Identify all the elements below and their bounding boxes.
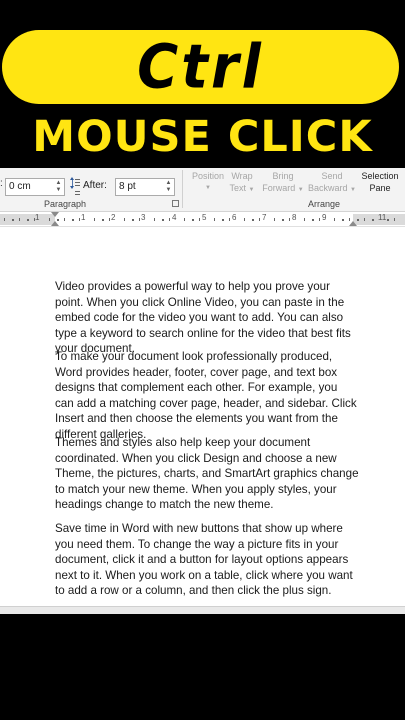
page-gap (0, 607, 405, 614)
ruler-tick (71, 219, 74, 221)
ruler-tick (79, 218, 80, 221)
indent-right-input[interactable]: 0 cm ▲ ▼ (5, 178, 65, 196)
ruler-tick (386, 219, 389, 221)
hanging-indent-marker[interactable] (51, 221, 59, 226)
body-paragraph-3[interactable]: Themes and styles also help keep your do… (55, 435, 359, 513)
dropdown-caret-icon: ▼ (297, 187, 304, 193)
selection-pane-label-2: Pane (369, 183, 391, 193)
ruler-tick (304, 218, 305, 221)
horizontal-ruler[interactable]: 1 1 2 3 4 5 6 7 8 9 11 (0, 212, 405, 227)
arrange-group-label: Arrange (308, 199, 341, 209)
ruler-tick (169, 218, 170, 221)
word-ribbon: : 0 cm ▲ ▼ After: 8 pt ▲ ▼ Paragraph Posit… (0, 168, 405, 212)
ctrl-key-label: Ctrl (137, 31, 264, 103)
group-divider (182, 170, 183, 208)
ruler-tick (131, 219, 134, 221)
spinner-arrows-icon[interactable]: ▲ ▼ (164, 180, 173, 194)
ruler-tick (101, 219, 104, 221)
ruler-number: 3 (141, 213, 146, 222)
ruler-tick (191, 219, 194, 221)
spacing-after-label: After: (83, 180, 107, 191)
send-backward-label-1: Send (321, 171, 343, 181)
bring-forward-label-1: Bring (272, 171, 294, 181)
send-backward-button[interactable]: Send Backward ▼ (304, 170, 360, 196)
spacing-after-icon (70, 177, 80, 195)
bring-forward-label-2: Forward (262, 183, 296, 193)
ruler-tick (49, 218, 50, 221)
ruler-tick (356, 219, 359, 221)
paragraph-dialog-launcher-icon[interactable] (172, 200, 179, 207)
ruler-number: 9 (322, 213, 327, 222)
ruler-tick (274, 218, 275, 221)
ruler-tick (281, 219, 284, 221)
ruler-tick (19, 218, 20, 221)
ruler-tick (56, 219, 59, 221)
ruler-tick (394, 218, 395, 221)
ruler-tick (26, 219, 29, 221)
ruler-tick (11, 219, 14, 221)
ruler-number: 4 (172, 213, 177, 222)
ruler-tick (371, 219, 374, 221)
ruler-number: 6 (232, 213, 237, 222)
ruler-tick (259, 218, 260, 221)
body-paragraph-1[interactable]: Video provides a powerful way to help yo… (55, 279, 359, 357)
title-banner: Ctrl MOUSE CLICK (0, 0, 405, 168)
ruler-tick (154, 218, 155, 221)
ruler-tick (184, 218, 185, 221)
ruler-number: 5 (202, 213, 207, 222)
ruler-tick (349, 218, 350, 221)
body-paragraph-2[interactable]: To make your document look professionall… (55, 349, 359, 443)
ruler-tick (229, 218, 230, 221)
mouse-click-headline: MOUSE CLICK (32, 112, 373, 162)
first-line-indent-marker[interactable] (51, 212, 59, 217)
indent-right-value: 0 cm (9, 181, 31, 192)
ruler-tick (319, 218, 320, 221)
ctrl-key-pill: Ctrl (2, 30, 399, 104)
ruler-tick (94, 218, 95, 221)
ruler-number: 7 (262, 213, 267, 222)
ruler-tick (34, 218, 35, 221)
ruler-number: 11 (378, 213, 387, 222)
wrap-text-button[interactable]: Wrap Text ▼ (222, 170, 262, 196)
ruler-tick (364, 218, 365, 221)
ruler-tick (124, 218, 125, 221)
ruler-tick (251, 219, 254, 221)
right-indent-marker[interactable] (349, 221, 357, 226)
ruler-tick (341, 219, 344, 221)
body-paragraph-4[interactable]: Save time in Word with new buttons that … (55, 521, 359, 599)
document-page[interactable]: Video provides a powerful way to help yo… (0, 227, 405, 607)
ruler-tick (334, 218, 335, 221)
paragraph-group-label: Paragraph (44, 199, 87, 209)
bring-forward-button[interactable]: Bring Forward ▼ (258, 170, 308, 196)
selection-pane-button[interactable]: Selection Pane (356, 170, 404, 194)
ruler-number: 1 (81, 213, 86, 222)
ruler-tick (199, 218, 200, 221)
ruler-number: 8 (292, 213, 297, 222)
indent-right-icon: : (0, 178, 3, 189)
ruler-tick (221, 219, 224, 221)
spacing-after-input[interactable]: 8 pt ▲ ▼ (115, 178, 175, 196)
ruler-number: 1 (35, 213, 40, 222)
spinner-arrows-icon[interactable]: ▲ ▼ (54, 180, 63, 194)
ruler-tick (64, 218, 65, 221)
dropdown-caret-icon: ▼ (248, 187, 255, 193)
send-backward-label-2: Backward (308, 183, 348, 193)
wrap-text-label-1: Wrap (231, 171, 253, 181)
selection-pane-label-1: Selection (361, 171, 399, 181)
ruler-tick (109, 218, 110, 221)
ruler-tick (289, 218, 290, 221)
ruler-tick (311, 219, 314, 221)
spacing-after-value: 8 pt (119, 181, 136, 192)
ruler-tick (161, 219, 164, 221)
ruler-tick (244, 218, 245, 221)
ruler-tick (4, 218, 5, 221)
ruler-number: 2 (111, 213, 116, 222)
ruler-tick (214, 218, 215, 221)
wrap-text-label-2: Text (229, 183, 247, 193)
ruler-tick (139, 218, 140, 221)
